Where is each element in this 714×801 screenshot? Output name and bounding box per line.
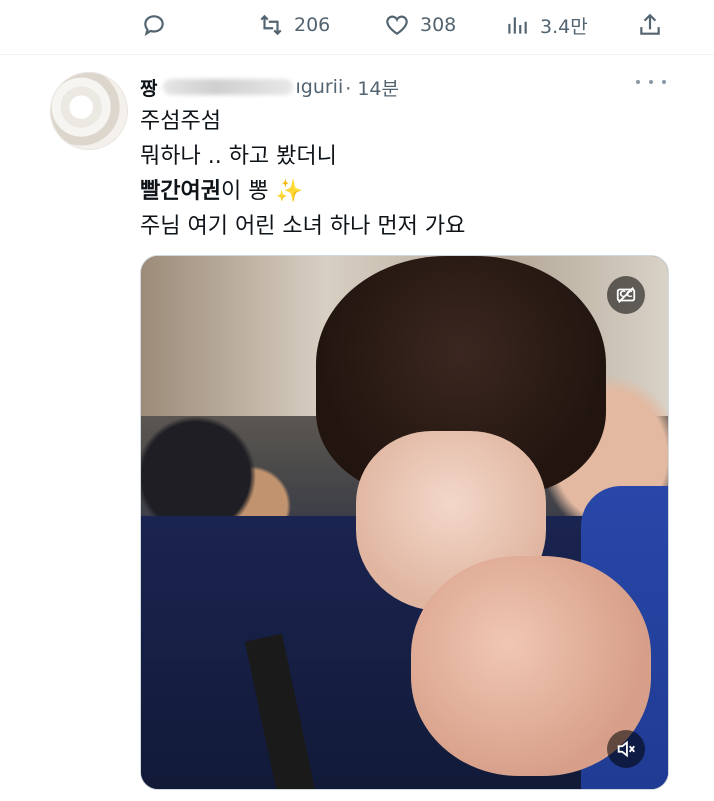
tweet-line-4: 주님 여기 어린 소녀 하나 먼저 가요 xyxy=(140,214,466,239)
more-icon xyxy=(636,80,640,84)
tweet-line-1: 주섬주섬 xyxy=(140,109,221,134)
mute-button[interactable] xyxy=(607,730,645,768)
retweet-button[interactable]: 206 xyxy=(258,8,330,42)
captions-label: CC xyxy=(619,290,633,300)
views-icon xyxy=(508,17,527,34)
blurred-handle xyxy=(163,79,294,95)
tweet-line-3: 빨간여권이 뽕 ✨ xyxy=(140,174,680,209)
tweet-line-2: 뭐하나 .. 하고 봤더니 xyxy=(140,144,337,169)
display-name[interactable]: 짱 xyxy=(140,74,157,101)
handle[interactable]: ıgurii xyxy=(295,76,343,98)
more-button[interactable] xyxy=(636,75,666,89)
heart-icon xyxy=(386,15,408,35)
text-suffix: 이 뽕 xyxy=(220,179,276,204)
reply-button[interactable] xyxy=(141,8,177,42)
share-button[interactable] xyxy=(637,8,663,42)
captions-button[interactable]: CC xyxy=(607,276,645,314)
divider xyxy=(0,54,714,55)
mute-icon xyxy=(617,740,635,758)
like-button[interactable]: 308 xyxy=(384,8,456,42)
sparkles-icon: ✨ xyxy=(275,179,303,204)
action-bar: 206 308 3.4만 xyxy=(0,0,714,52)
retweet-icon xyxy=(260,14,282,36)
tweet-header: 짱 ıgurii · 14분 xyxy=(140,74,399,100)
avatar[interactable] xyxy=(50,72,128,150)
reply-icon xyxy=(144,15,164,37)
timestamp[interactable]: · 14분 xyxy=(345,74,399,101)
share-icon xyxy=(640,13,660,35)
tweet-video[interactable]: CC xyxy=(140,255,669,790)
views-count: 3.4만 xyxy=(540,15,588,38)
retweet-count: 206 xyxy=(294,14,331,36)
tweet-text: 주섬주섬 뭐하나 .. 하고 봤더니 빨간여권이 뽕 ✨ 주님 여기 어린 소녀… xyxy=(140,104,680,244)
views-button[interactable]: 3.4만 xyxy=(504,8,588,42)
bold-text: 빨간여권 xyxy=(140,179,221,204)
like-count: 308 xyxy=(420,14,457,36)
